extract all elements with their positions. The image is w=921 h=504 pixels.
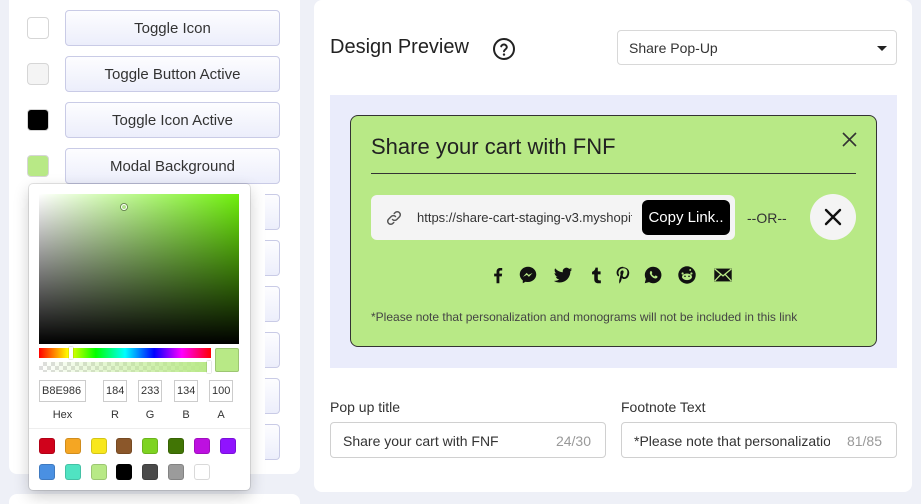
hue-slider-handle[interactable] xyxy=(69,347,73,359)
hue-slider[interactable] xyxy=(39,348,211,358)
saturation-area[interactable] xyxy=(39,194,239,344)
footnote-text-char-count: 81/85 xyxy=(846,433,882,449)
close-icon xyxy=(824,208,842,226)
popup-title-char-count: 24/30 xyxy=(555,433,591,449)
color-picker-popover: Hex R G B A xyxy=(29,184,250,490)
color-preview xyxy=(215,348,239,372)
reddit-icon[interactable] xyxy=(676,264,698,286)
or-separator: --OR-- xyxy=(747,210,787,226)
preset-swatch[interactable] xyxy=(220,438,236,454)
color-row-button[interactable] xyxy=(265,286,280,322)
hex-input[interactable] xyxy=(39,380,86,402)
settings-panel-footer xyxy=(9,494,300,504)
help-icon[interactable] xyxy=(492,37,516,61)
alpha-input[interactable] xyxy=(209,380,233,402)
preset-swatch[interactable] xyxy=(91,464,107,480)
blue-input[interactable] xyxy=(174,380,198,402)
preview-type-value: Share Pop-Up xyxy=(629,40,718,56)
whatsapp-icon[interactable] xyxy=(642,264,664,286)
preset-swatch[interactable] xyxy=(91,438,107,454)
preview-type-select[interactable]: Share Pop-Up xyxy=(617,30,897,65)
pinterest-icon[interactable] xyxy=(612,264,634,286)
toggle-icon-active-button[interactable]: Toggle Icon Active xyxy=(65,102,280,138)
modal-divider xyxy=(371,173,856,174)
popup-title-input[interactable]: Share your cart with FNF 24/30 xyxy=(330,422,606,458)
alpha-label: A xyxy=(217,409,225,421)
copy-link-button[interactable]: Copy Link.. xyxy=(642,200,730,235)
footnote-text-value: *Please note that personalization and mo… xyxy=(634,433,830,449)
modal-title: Share your cart with FNF xyxy=(371,134,616,159)
saturation-handle[interactable] xyxy=(121,204,127,210)
color-row-button[interactable] xyxy=(265,194,280,230)
modal-footnote: *Please note that personalization and mo… xyxy=(371,310,798,324)
preset-swatch[interactable] xyxy=(65,438,81,454)
preset-swatch[interactable] xyxy=(168,464,184,480)
color-swatch-toggle-icon[interactable] xyxy=(27,17,49,39)
alpha-slider-handle[interactable] xyxy=(207,361,211,373)
green-input[interactable] xyxy=(138,380,162,402)
share-link-url[interactable]: https://share-cart-staging-v3.myshopify.… xyxy=(417,210,632,225)
footnote-text-label: Footnote Text xyxy=(621,399,706,415)
color-swatch-modal-background[interactable] xyxy=(27,155,49,177)
color-row-button[interactable] xyxy=(265,332,280,368)
toggle-icon-button[interactable]: Toggle Icon xyxy=(65,10,280,46)
preset-swatch[interactable] xyxy=(168,438,184,454)
preset-swatch[interactable] xyxy=(116,464,132,480)
alpha-slider[interactable] xyxy=(39,362,211,372)
preset-swatch[interactable] xyxy=(142,438,158,454)
twitter-icon[interactable] xyxy=(552,264,574,286)
preset-swatch[interactable] xyxy=(39,464,55,480)
color-row-button[interactable] xyxy=(265,378,280,414)
color-row-button[interactable] xyxy=(265,424,280,460)
popup-title-value: Share your cart with FNF xyxy=(343,433,499,449)
preset-swatch[interactable] xyxy=(142,464,158,480)
preset-swatch[interactable] xyxy=(116,438,132,454)
messenger-icon[interactable] xyxy=(517,264,539,286)
modal-background-button[interactable]: Modal Background xyxy=(65,148,280,184)
page-title: Design Preview xyxy=(330,36,469,58)
green-label: G xyxy=(145,409,155,421)
chevron-down-icon xyxy=(877,46,887,51)
picker-divider xyxy=(29,428,250,429)
red-input[interactable] xyxy=(103,380,127,402)
preset-swatch[interactable] xyxy=(194,438,210,454)
color-row-button[interactable] xyxy=(265,240,280,276)
popup-title-label: Pop up title xyxy=(330,399,401,415)
color-swatch-toggle-icon-active[interactable] xyxy=(27,109,49,131)
tumblr-icon[interactable] xyxy=(585,264,607,286)
blue-label: B xyxy=(182,409,190,421)
email-icon[interactable] xyxy=(712,264,734,286)
color-swatch-toggle-button-active[interactable] xyxy=(27,63,49,85)
preset-swatch[interactable] xyxy=(194,464,210,480)
toggle-button-active-button[interactable]: Toggle Button Active xyxy=(65,56,280,92)
close-icon[interactable] xyxy=(841,131,858,148)
preset-swatch[interactable] xyxy=(39,438,55,454)
link-icon xyxy=(386,210,402,226)
footnote-text-input[interactable]: *Please note that personalization and mo… xyxy=(621,422,897,458)
hex-label: Hex xyxy=(52,409,73,421)
red-label: R xyxy=(111,409,119,421)
facebook-icon[interactable] xyxy=(487,264,509,286)
preset-swatch[interactable] xyxy=(65,464,81,480)
close-button[interactable] xyxy=(810,194,856,240)
